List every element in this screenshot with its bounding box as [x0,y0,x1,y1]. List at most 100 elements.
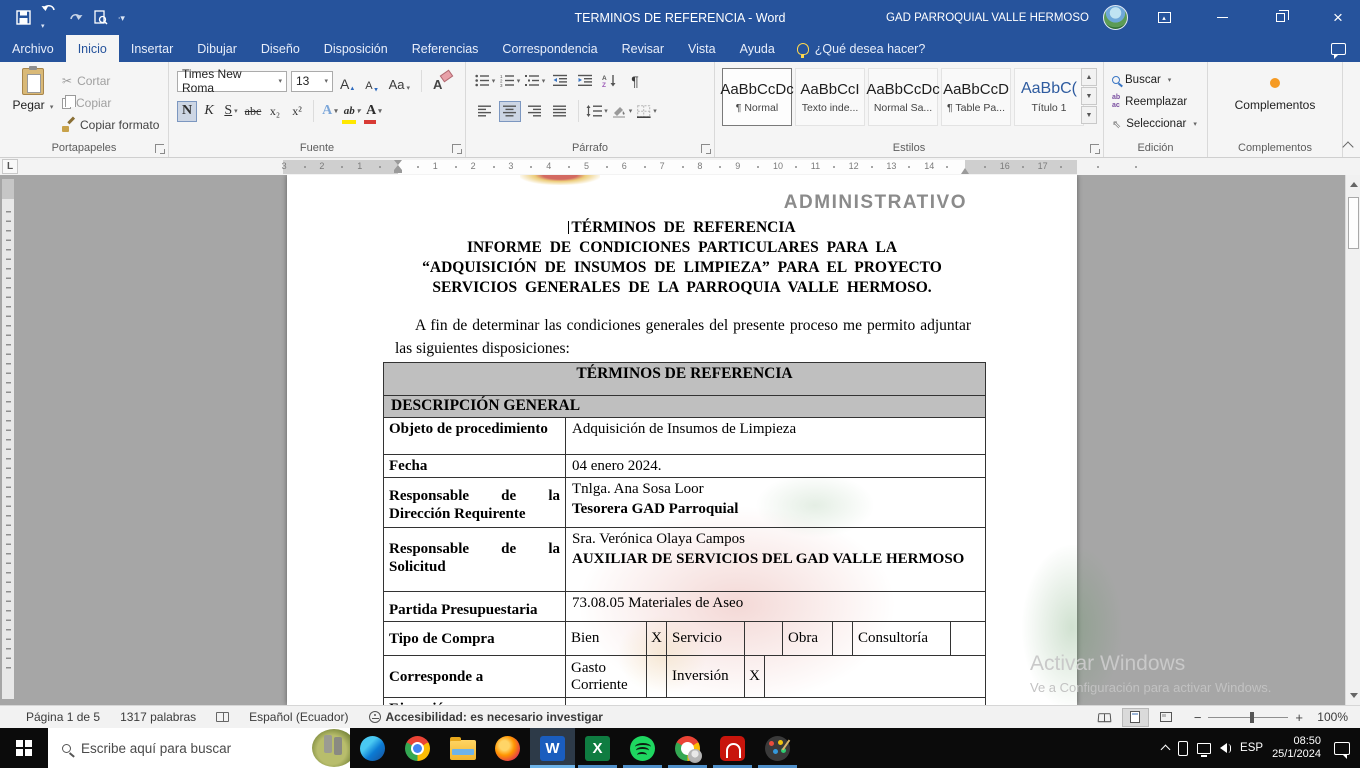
document-page[interactable]: ADMINISTRATIVO TÉRMINOS DE REFERENCIA IN… [287,175,1077,705]
font-size-select[interactable]: 13▾ [291,71,333,92]
collapse-ribbon-icon[interactable] [1342,141,1353,152]
style-normal-sa[interactable]: AaBbCcDcNormal Sa... [868,68,938,126]
taskbar-chrome-button[interactable] [395,728,440,768]
document-title[interactable]: TÉRMINOS DE REFERENCIA INFORME DE CONDIC… [382,218,982,298]
scroll-up-icon[interactable] [1347,177,1360,192]
keyboard-language[interactable]: ESP [1240,742,1263,754]
text-effects-button[interactable]: A▾ [320,101,340,122]
vertical-scrollbar[interactable] [1345,175,1360,705]
copy-button[interactable]: Copiar [62,92,159,114]
taskbar-firefox-button[interactable] [485,728,530,768]
table-section-title[interactable]: DESCRIPCIÓN GENERAL [384,396,985,418]
web-layout-button[interactable] [1153,708,1180,727]
zoom-out-button[interactable]: − [1194,710,1202,725]
cut-button[interactable]: ✂Cortar [62,70,159,92]
bullets-icon[interactable]: ▾ [474,70,496,91]
taskbar-edge-button[interactable] [350,728,395,768]
tab-ayuda[interactable]: Ayuda [728,35,787,62]
select-button[interactable]: ⇖Seleccionar▾ [1112,113,1197,135]
taskbar-word-button[interactable]: W [530,728,575,768]
tab-stop-selector[interactable]: L [2,159,18,174]
redo-icon[interactable] [68,11,83,24]
styles-dialog-launcher-icon[interactable] [1090,144,1099,153]
feedback-button[interactable] [1331,35,1346,62]
volume-icon[interactable] [1220,743,1231,753]
clipboard-dialog-launcher-icon[interactable] [155,144,164,153]
bold-button[interactable]: N [177,101,197,122]
font-name-select[interactable]: Times New Roma▾ [177,71,287,92]
tab-archivo[interactable]: Archivo [0,35,66,62]
superscript-button[interactable]: x² [287,101,307,122]
format-painter-button[interactable]: Copiar formato [62,114,159,136]
addin-icon[interactable] [1270,78,1280,88]
show-marks-icon[interactable]: ¶ [624,70,646,91]
table-row-responsable-direccion[interactable]: Responsable de la Dirección Requirente T… [384,478,985,528]
increase-indent-icon[interactable] [574,70,596,91]
align-left-icon[interactable] [474,101,496,122]
tab-diseno[interactable]: Diseño [249,35,312,62]
undo-icon[interactable]: ▾ [41,2,58,33]
accessibility-status[interactable]: Accesibilidad: es necesario investigar [359,710,613,724]
left-indent-marker[interactable] [394,160,402,173]
paragraph-dialog-launcher-icon[interactable] [701,144,710,153]
align-center-icon[interactable] [499,101,521,122]
replace-button[interactable]: abacReemplazar [1112,91,1197,113]
tab-insertar[interactable]: Insertar [119,35,185,62]
table-row-partida[interactable]: Partida Presupuestaria 73.08.05 Material… [384,592,985,622]
multilevel-list-icon[interactable]: ▾ [524,70,546,91]
proofing-icon[interactable] [206,712,239,722]
taskbar-excel-button[interactable]: X [575,728,620,768]
tab-revisar[interactable]: Revisar [610,35,676,62]
save-icon[interactable] [16,10,31,25]
ribbon-display-options-button[interactable]: ▴ [1142,0,1186,35]
read-mode-button[interactable] [1091,708,1118,727]
style-table-paragraph[interactable]: AaBbCcD¶ Table Pa... [941,68,1011,126]
scrollbar-thumb[interactable] [1348,197,1359,249]
page-count[interactable]: Página 1 de 5 [0,710,110,724]
restore-button[interactable] [1258,0,1302,35]
zoom-slider[interactable] [1208,717,1288,718]
table-row-corresponde[interactable]: Corresponde a Gasto Corriente Inversión … [384,656,985,698]
taskbar-search-box[interactable]: Escribe aquí para buscar [48,728,350,768]
table-title[interactable]: TÉRMINOS DE REFERENCIA [384,363,985,396]
table-row-fecha[interactable]: Fecha 04 enero 2024. [384,455,985,478]
tab-vista[interactable]: Vista [676,35,728,62]
zoom-level[interactable]: 100% [1310,710,1348,724]
clear-formatting-button[interactable]: A [430,71,445,92]
find-button[interactable]: Buscar▾ [1112,69,1197,91]
tab-disposicion[interactable]: Disposición [312,35,400,62]
table-row-tipo-compra[interactable]: Tipo de Compra Bien X Servicio Obra Cons… [384,622,985,656]
taskbar-clock[interactable]: 08:5025/1/2024 [1272,735,1321,761]
zoom-slider-handle[interactable] [1250,712,1254,723]
styles-scroll-up-icon[interactable]: ▲ [1081,68,1097,86]
tray-expand-icon[interactable] [1161,745,1171,755]
scroll-down-icon[interactable] [1347,688,1360,703]
word-count[interactable]: 1317 palabras [110,710,206,724]
change-case-button[interactable]: Aa▾ [386,71,413,92]
sort-icon[interactable]: AZ [599,70,621,91]
style-texto-independiente[interactable]: AaBbCcITexto inde... [795,68,865,126]
print-layout-button[interactable] [1122,708,1149,727]
subscript-button[interactable]: x₂ [265,101,285,122]
italic-button[interactable]: K [199,101,219,122]
styles-scroll-down-icon[interactable]: ▼ [1081,87,1097,105]
account-avatar[interactable] [1103,5,1128,30]
close-button[interactable]: × [1316,0,1360,35]
tab-referencias[interactable]: Referencias [400,35,491,62]
reference-table[interactable]: TÉRMINOS DE REFERENCIA DESCRIPCIÓN GENER… [383,362,986,705]
line-spacing-icon[interactable]: ▾ [586,101,608,122]
font-dialog-launcher-icon[interactable] [452,144,461,153]
print-preview-icon[interactable] [93,10,108,25]
network-icon[interactable] [1197,743,1211,754]
grow-font-button[interactable]: A▲ [337,71,358,92]
tab-correspondencia[interactable]: Correspondencia [490,35,609,62]
taskbar-spotify-button[interactable] [620,728,665,768]
table-row-ejecucion-clipped[interactable]: Ejecución [384,698,985,705]
highlight-color-button[interactable]: ab▾ [342,101,362,122]
borders-icon[interactable]: ▾ [636,101,658,122]
strikethrough-button[interactable]: abc [243,101,263,122]
action-center-icon[interactable] [1334,742,1350,755]
style-titulo-1[interactable]: AaBbC(Título 1 [1014,68,1084,126]
style-normal[interactable]: AaBbCcDc¶ Normal [722,68,792,126]
table-row-objeto[interactable]: Objeto de procedimiento Adquisición de I… [384,418,985,455]
